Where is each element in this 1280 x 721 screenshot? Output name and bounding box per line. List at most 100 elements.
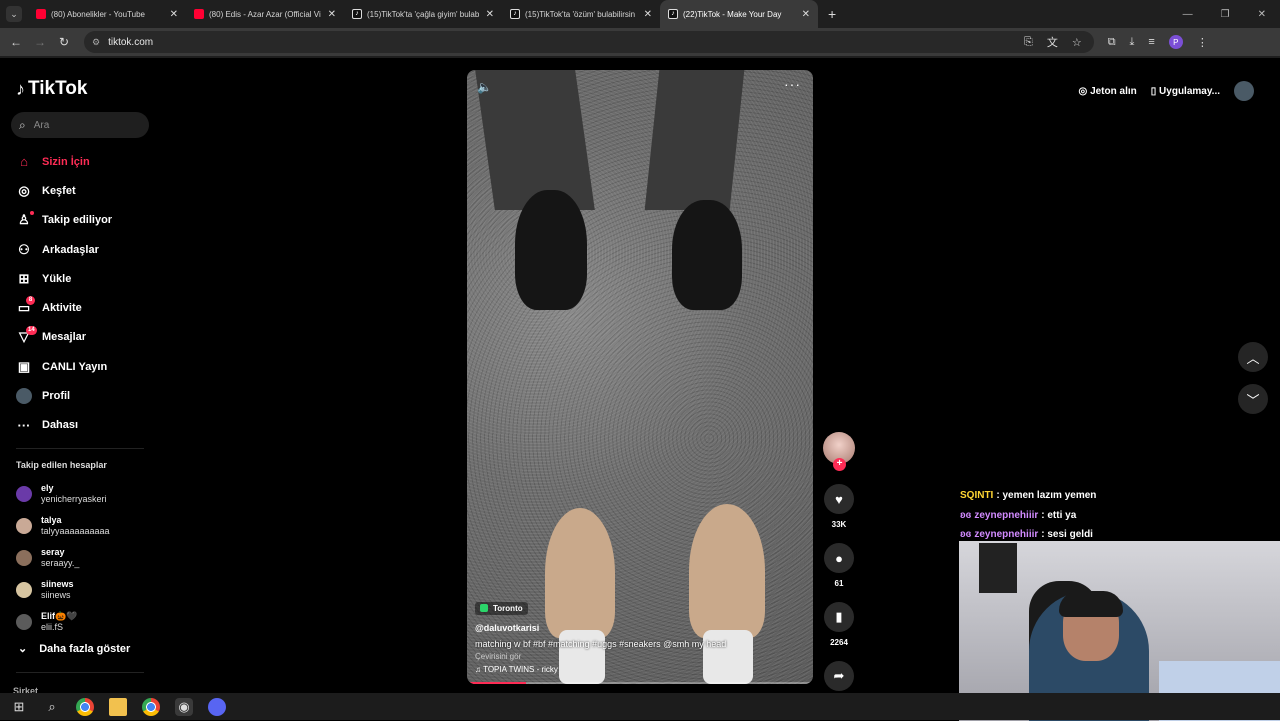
streamer-hair bbox=[1059, 591, 1123, 617]
search-icon[interactable]: ⌕ bbox=[43, 698, 61, 716]
account-handle: siinews bbox=[41, 590, 71, 600]
divider bbox=[16, 448, 144, 449]
windows-start-icon[interactable]: ⊞ bbox=[10, 698, 28, 716]
location-tag[interactable]: Toronto bbox=[475, 601, 528, 615]
notification-dot bbox=[30, 210, 34, 215]
extensions-icon[interactable]: ⧉ bbox=[1108, 36, 1116, 49]
nav-label: Yükle bbox=[42, 272, 72, 285]
progress-fill bbox=[467, 682, 526, 684]
site-info-icon[interactable]: ⚙ bbox=[92, 37, 100, 48]
black-shoe-left bbox=[515, 190, 587, 310]
account-name: ely bbox=[41, 483, 54, 493]
previous-video-button[interactable]: ︿ bbox=[1238, 342, 1268, 372]
account-handle: talyyaaaaaaaaaa bbox=[41, 526, 110, 536]
chrome-icon[interactable] bbox=[142, 697, 160, 716]
video-author[interactable]: @daluvotkarisi bbox=[475, 623, 795, 633]
close-icon[interactable]: ✕ bbox=[170, 9, 178, 20]
close-icon[interactable]: ✕ bbox=[328, 9, 336, 20]
video-player[interactable]: 🔈 ··· Toronto @daluvotkarisi matching w … bbox=[467, 70, 813, 684]
install-icon[interactable]: ⎘ bbox=[1024, 36, 1033, 49]
video-description: matching w bf #bf #matching #uggs #sneak… bbox=[475, 639, 727, 649]
music-info[interactable]: ♫ TOPIA TWINS - ricky bbox=[475, 665, 795, 674]
wall-poster bbox=[979, 543, 1017, 593]
browser-tab-active[interactable]: ♪ (22)TikTok - Make Your Day ✕ bbox=[660, 0, 818, 28]
bookmark-star-icon[interactable]: ☆ bbox=[1072, 36, 1082, 49]
get-coins-button[interactable]: ◎ Jeton alın bbox=[1079, 86, 1137, 97]
restore-icon[interactable]: ❐ bbox=[1221, 9, 1230, 20]
close-icon[interactable]: ✕ bbox=[802, 9, 810, 20]
share-button[interactable]: ➦ bbox=[824, 661, 854, 691]
translate-link[interactable]: Çevirisini gör bbox=[475, 652, 795, 661]
more-options-icon[interactable]: ··· bbox=[784, 76, 801, 92]
file-explorer-icon[interactable] bbox=[109, 697, 127, 716]
like-button[interactable]: ♥ bbox=[824, 484, 854, 514]
reload-icon[interactable]: ↻ bbox=[52, 35, 76, 49]
windows-taskbar: ⊞ ⌕ ◉ bbox=[0, 693, 1280, 720]
close-icon[interactable]: ✕ bbox=[486, 9, 494, 20]
video-progress-bar[interactable] bbox=[467, 682, 813, 684]
toolbar-actions: ⧉ ⤓ ≡ P ⋮ bbox=[1108, 35, 1208, 49]
address-bar[interactable]: ⚙ tiktok.com bbox=[84, 31, 1094, 53]
nav-friends[interactable]: ⚇ Arkadaşlar bbox=[14, 235, 112, 264]
nav-label: Dahası bbox=[42, 419, 79, 432]
nav-profile[interactable]: Profil bbox=[14, 381, 112, 410]
follow-plus-icon[interactable]: + bbox=[833, 458, 846, 471]
forward-icon[interactable]: → bbox=[28, 35, 52, 49]
media-icon[interactable]: ≡ bbox=[1148, 36, 1154, 48]
save-button[interactable]: ▮ bbox=[824, 602, 854, 632]
user-avatar[interactable] bbox=[1234, 81, 1254, 101]
following-account[interactable]: ely yenicherryaskeri bbox=[16, 478, 110, 510]
avatar bbox=[16, 550, 32, 566]
friends-icon: ⚇ bbox=[18, 241, 30, 257]
translate-icon[interactable]: 文 bbox=[1047, 34, 1058, 50]
chevron-down-icon: ﹀ bbox=[1246, 392, 1260, 408]
chat-user: zeynepnehiiir bbox=[974, 509, 1039, 521]
following-account[interactable]: siinews siinews bbox=[16, 574, 110, 606]
avatar bbox=[16, 518, 32, 534]
window-close-icon[interactable]: ✕ bbox=[1258, 9, 1266, 20]
account-handle: elii.fS bbox=[41, 622, 64, 632]
browser-tab[interactable]: (80) Edis - Azar Azar (Official Vi ✕ bbox=[186, 0, 344, 28]
nav-messages[interactable]: ▽ 14 Mesajlar bbox=[14, 323, 112, 352]
menu-kebab-icon[interactable]: ⋮ bbox=[1197, 36, 1208, 49]
close-icon[interactable]: ✕ bbox=[644, 9, 652, 20]
coin-icon: ◎ bbox=[1078, 85, 1088, 97]
account-handle: seraayy._ bbox=[41, 558, 80, 568]
chat-message: ʚɞ zeynepnehiiir : etti ya bbox=[960, 506, 1096, 526]
discord-icon[interactable] bbox=[208, 697, 226, 716]
nav-activity[interactable]: ▭ 8 Aktivite bbox=[14, 293, 112, 322]
comment-button[interactable]: ● bbox=[824, 543, 854, 573]
download-icon[interactable]: ⤓ bbox=[1130, 36, 1135, 49]
show-more-button[interactable]: ⌄ Daha fazla göster bbox=[18, 642, 130, 656]
creator-avatar[interactable]: + bbox=[823, 432, 855, 471]
search-placeholder: Ara bbox=[33, 119, 50, 131]
obs-icon[interactable]: ◉ bbox=[175, 697, 193, 716]
nav-following[interactable]: ♙ Takip ediliyor bbox=[14, 206, 112, 235]
following-account[interactable]: Elif🎃🖤 elii.fS bbox=[16, 606, 110, 638]
browser-tab[interactable]: ♪ (15)TikTok'ta 'çağla giyim' bulab ✕ bbox=[344, 0, 502, 28]
following-account[interactable]: seray seraayy._ bbox=[16, 542, 110, 574]
nav-for-you[interactable]: ⌂ Sizin İçin bbox=[14, 147, 112, 176]
get-app-button[interactable]: ▯ Uygulamay... bbox=[1151, 86, 1220, 97]
chevron-down-icon: ⌄ bbox=[18, 643, 28, 655]
tab-search-icon[interactable]: ⌄ bbox=[6, 6, 22, 22]
chrome-icon[interactable] bbox=[76, 697, 94, 716]
browser-tab[interactable]: (80) Abonelikler - YouTube ✕ bbox=[28, 0, 186, 28]
save-count: 2264 bbox=[830, 638, 848, 647]
nav-label: Takip ediliyor bbox=[42, 214, 113, 227]
tiktok-logo[interactable]: ♪ TikTok bbox=[16, 78, 87, 100]
volume-icon[interactable]: 🔈 bbox=[477, 80, 492, 94]
nav-upload[interactable]: ⊞ Yükle bbox=[14, 264, 112, 293]
minimize-icon[interactable]: — bbox=[1183, 9, 1193, 20]
next-video-button[interactable]: ﹀ bbox=[1238, 384, 1268, 414]
nav-more[interactable]: ··· Dahası bbox=[14, 411, 112, 440]
new-tab-icon[interactable]: + bbox=[828, 6, 836, 22]
profile-avatar[interactable]: P bbox=[1168, 35, 1183, 49]
search-input[interactable]: ⌕ Ara bbox=[11, 112, 149, 138]
tiktok-note-icon: ♪ bbox=[16, 78, 25, 99]
browser-tab[interactable]: ♪ (15)TikTok'ta 'özüm' bulabilirsin ✕ bbox=[502, 0, 660, 28]
nav-live[interactable]: ▣ CANLI Yayın bbox=[14, 352, 112, 381]
following-account[interactable]: talya talyyaaaaaaaaaa bbox=[16, 510, 110, 542]
back-icon[interactable]: ← bbox=[4, 35, 28, 49]
nav-explore[interactable]: ◎ Keşfet bbox=[14, 176, 112, 205]
